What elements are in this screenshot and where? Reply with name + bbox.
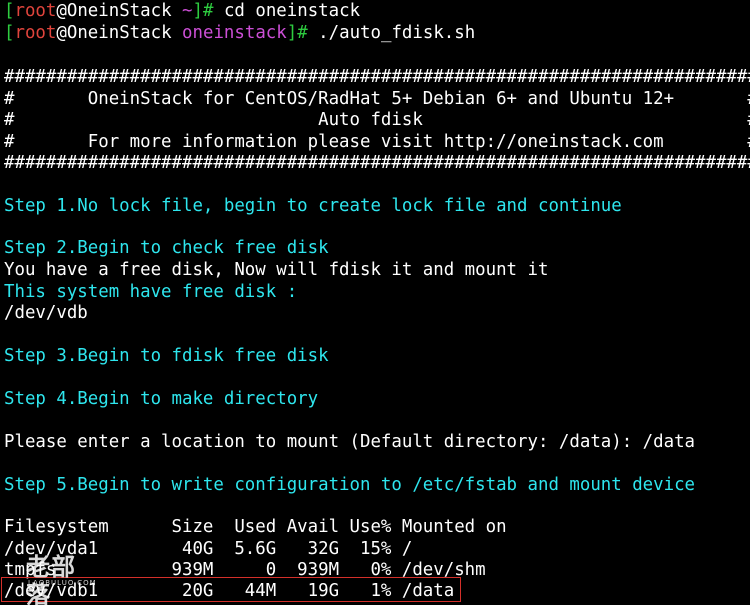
step-2-free-disk-label: This system have free disk : [4, 282, 298, 302]
prompt-bracket-close: ]# [192, 1, 224, 21]
banner-border-bottom: ########################################… [4, 153, 750, 173]
command-text: ./auto_fdisk.sh [318, 23, 476, 43]
prompt-user: root [14, 23, 57, 43]
prompt-line-2: [root@OneinStack oneinstack]# ./auto_fdi… [4, 22, 475, 44]
step-5-text: Step 5.Begin to write configuration to /… [4, 475, 696, 495]
prompt-bracket-close: ]# [286, 23, 319, 43]
watermark-logo: 老部落 LAOBULUO.COM [24, 553, 97, 605]
step-2-text: Step 2.Begin to check free disk [4, 238, 329, 258]
step-3-text: Step 3.Begin to fdisk free disk [4, 346, 329, 366]
prompt-bracket-open: [ [4, 23, 15, 43]
df-header: Filesystem Size Used Avail Use% Mounted … [4, 517, 507, 537]
prompt-bracket-open: [ [4, 1, 15, 21]
banner-border-top: ########################################… [4, 67, 750, 87]
prompt-line-1: [root@OneinStack ~]# cd oneinstack [4, 0, 360, 22]
prompt-user: root [14, 1, 57, 21]
watermark-url: LAOBULUO.COM [28, 579, 97, 587]
prompt-host: @OneinStack [56, 23, 172, 43]
banner-title: # OneinStack for CentOS/RadHat 5+ Debian… [4, 89, 750, 109]
banner-info: # For more information please visit http… [4, 132, 750, 152]
step-4-text: Step 4.Begin to make directory [4, 389, 319, 409]
step-1-text: Step 1.No lock file, begin to create loc… [4, 196, 622, 216]
prompt-dir: oneinstack [182, 23, 287, 43]
prompt-dir: ~ [182, 1, 193, 21]
mount-location-prompt: Please enter a location to mount (Defaul… [4, 432, 696, 452]
step-2-message: You have a free disk, Now will fdisk it … [4, 260, 549, 280]
terminal-window[interactable]: [root@OneinStack ~]# cd oneinstack [root… [0, 0, 750, 605]
step-2-disk-name: /dev/vdb [4, 303, 88, 323]
prompt-host: @OneinStack [56, 1, 172, 21]
command-text: cd oneinstack [223, 1, 361, 21]
banner-subtitle: # Auto fdisk # [4, 110, 750, 130]
